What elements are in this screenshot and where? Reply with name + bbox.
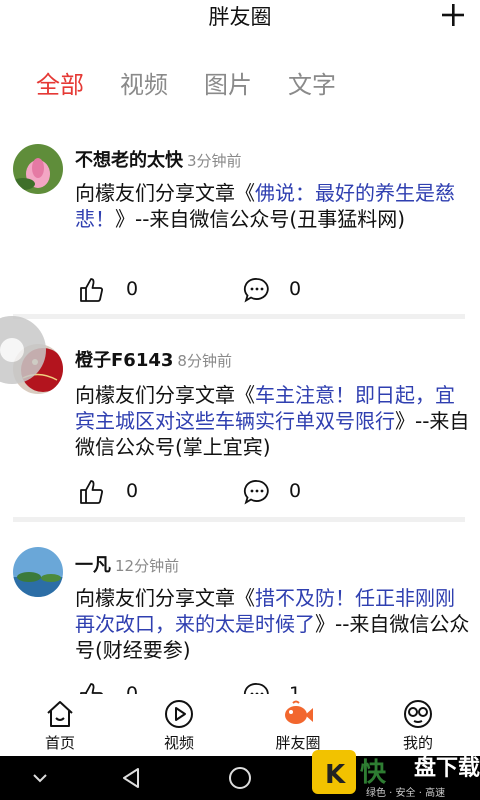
divider [13,314,465,319]
chevron-down-icon[interactable] [28,764,52,792]
post-time: 3分钟前 [187,152,242,170]
divider [13,517,465,522]
post-actions: 0 0 [78,276,338,306]
post-actions: 0 0 [78,478,338,508]
nav-label: 首页 [44,734,75,752]
post-actions: 0 1 [78,681,338,694]
page-title: 胖友圈 [208,5,272,29]
nav-label: 视频 [163,734,194,752]
post-header: 不想老的太快 3分钟前 [75,146,242,172]
nav-video[interactable]: 视频 [139,694,219,756]
share-prefix: 向檬友们分享文章《 [75,181,255,205]
thumbs-up-icon [80,683,103,694]
assist-dot-icon [0,338,24,362]
top-bar: 胖友圈 [0,0,480,36]
video-play-icon [165,700,193,728]
post-time: 8分钟前 [177,352,232,370]
face-icon [404,700,432,728]
home-icon [47,701,73,727]
thumbs-up-icon [80,480,103,504]
tab-images[interactable]: 图片 [204,66,252,104]
tab-video[interactable]: 视频 [120,66,168,104]
plus-icon[interactable] [440,0,466,30]
thumbs-up-icon [80,278,103,302]
watermark-logo-icon: K [312,750,356,794]
home-circle-icon[interactable] [226,764,254,792]
comment-count: 0 [289,480,302,502]
back-icon[interactable] [118,764,146,792]
user-name[interactable]: 不想老的太快 [75,150,183,171]
user-name[interactable]: 橙子F6143 [75,350,173,371]
like-count: 0 [126,480,139,502]
site-watermark: K 快 盘下载 绿色 · 安全 · 高速 [310,744,480,800]
avatar[interactable] [13,547,63,597]
post-content[interactable]: 向檬友们分享文章《车主注意！即日起，宜宾主城区对这些车辆实行单双号限行》--来自… [75,382,470,460]
comment-icon [243,278,269,303]
comment-icon [243,480,269,505]
comment-icon [243,683,269,694]
post-content[interactable]: 向檬友们分享文章《措不及防！任正非刚刚再次改口，来的太是时候了》--来自微信公众… [75,585,470,663]
tab-text[interactable]: 文字 [288,66,336,104]
comment-count: 1 [289,683,302,694]
post-content[interactable]: 向檬友们分享文章《佛说：最好的养生是慈悲！》--来自微信公众号(丑事猛料网) [75,180,470,232]
share-suffix: 》--来自微信公众号(丑事猛料网) [115,207,406,231]
user-name[interactable]: 一凡 [75,555,111,576]
post-time: 12分钟前 [115,557,180,575]
avatar[interactable] [13,144,63,194]
watermark-secondary: 盘下载 [414,756,480,781]
comment-count: 0 [289,278,302,300]
fish-icon [285,700,313,724]
post-feed[interactable]: 不想老的太快 3分钟前 向檬友们分享文章《佛说：最好的养生是慈悲！》--来自微信公… [0,126,480,694]
tab-all[interactable]: 全部 [36,66,84,104]
post-header: 一凡 12分钟前 [75,551,179,577]
post-header: 橙子F6143 8分钟前 [75,346,232,372]
like-count: 0 [126,278,139,300]
nav-home[interactable]: 首页 [20,694,100,756]
watermark-slogan: 绿色 · 安全 · 高速 [366,788,446,799]
share-prefix: 向檬友们分享文章《 [75,383,255,407]
filter-tabs: 全部 视频 图片 文字 [0,66,480,106]
share-prefix: 向檬友们分享文章《 [75,586,255,610]
like-count: 0 [126,683,139,694]
